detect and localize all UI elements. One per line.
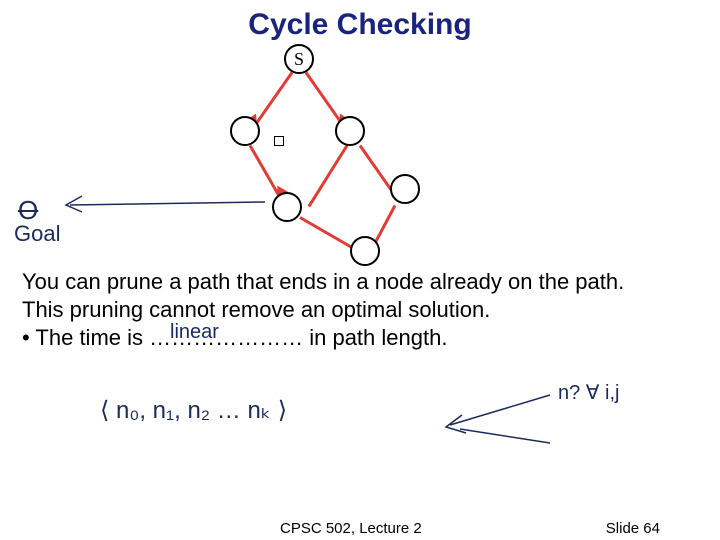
footer-course: CPSC 502, Lecture 2 xyxy=(280,520,422,537)
graph-node-start: S xyxy=(284,44,314,74)
handwriting-scribble: Goal xyxy=(14,222,60,246)
graph-edge xyxy=(308,145,349,208)
graph-edge xyxy=(254,72,293,126)
body-line-2: This pruning cannot remove an optimal so… xyxy=(22,296,702,324)
body-line-1: You can prune a path that ends in a node… xyxy=(22,268,702,296)
handwriting-sequence: ⟨ n₀, n₁, n₂ … nₖ ⟩ xyxy=(100,398,287,424)
graph-node xyxy=(390,174,420,204)
graph-node xyxy=(350,236,380,266)
square-glyph xyxy=(274,136,284,146)
graph-diagram: S xyxy=(180,44,440,254)
handwriting-annotation: linear xyxy=(170,320,219,346)
hand-arrow-icon xyxy=(430,385,570,455)
body-line-3: • The time is ………………… in path length. li… xyxy=(22,324,702,352)
footer-slide-number: Slide 64 xyxy=(606,520,660,537)
handwriting-right-notes: n? ∀ i,j xyxy=(558,382,678,404)
graph-node xyxy=(335,116,365,146)
hand-arrow-icon xyxy=(60,190,270,220)
body-text: You can prune a path that ends in a node… xyxy=(22,268,702,352)
slide-title: Cycle Checking xyxy=(0,8,720,42)
node-label: S xyxy=(294,49,304,69)
graph-node xyxy=(230,116,260,146)
graph-node xyxy=(272,192,302,222)
slide: Cycle Checking S xyxy=(0,0,720,540)
